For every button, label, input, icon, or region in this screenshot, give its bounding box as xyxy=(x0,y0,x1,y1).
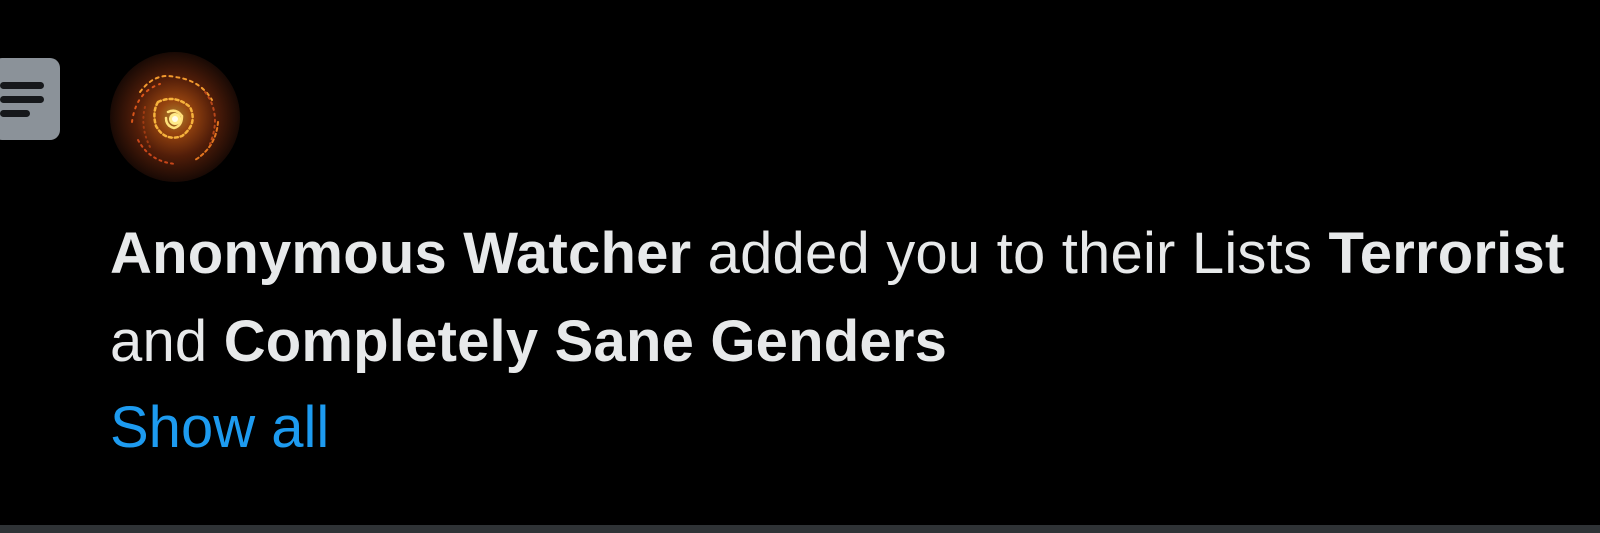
list-icon-line xyxy=(0,109,30,117)
conjunction-text: and xyxy=(110,309,224,374)
show-all-link[interactable]: Show all xyxy=(110,388,329,468)
action-text: added you to their Lists xyxy=(691,221,1329,286)
list-name-2[interactable]: Completely Sane Genders xyxy=(224,309,947,374)
avatar[interactable] xyxy=(110,52,240,182)
list-name-1[interactable]: Terrorist xyxy=(1328,221,1564,286)
notification-message: Anonymous Watcher added you to their Lis… xyxy=(110,210,1580,386)
divider xyxy=(0,525,1600,533)
list-notification[interactable]: Anonymous Watcher added you to their Lis… xyxy=(0,0,1600,533)
list-icon-line xyxy=(0,81,44,89)
avatar-image xyxy=(110,52,240,182)
actor-name[interactable]: Anonymous Watcher xyxy=(110,221,691,286)
list-icon xyxy=(0,58,60,140)
list-icon-line xyxy=(0,95,44,103)
